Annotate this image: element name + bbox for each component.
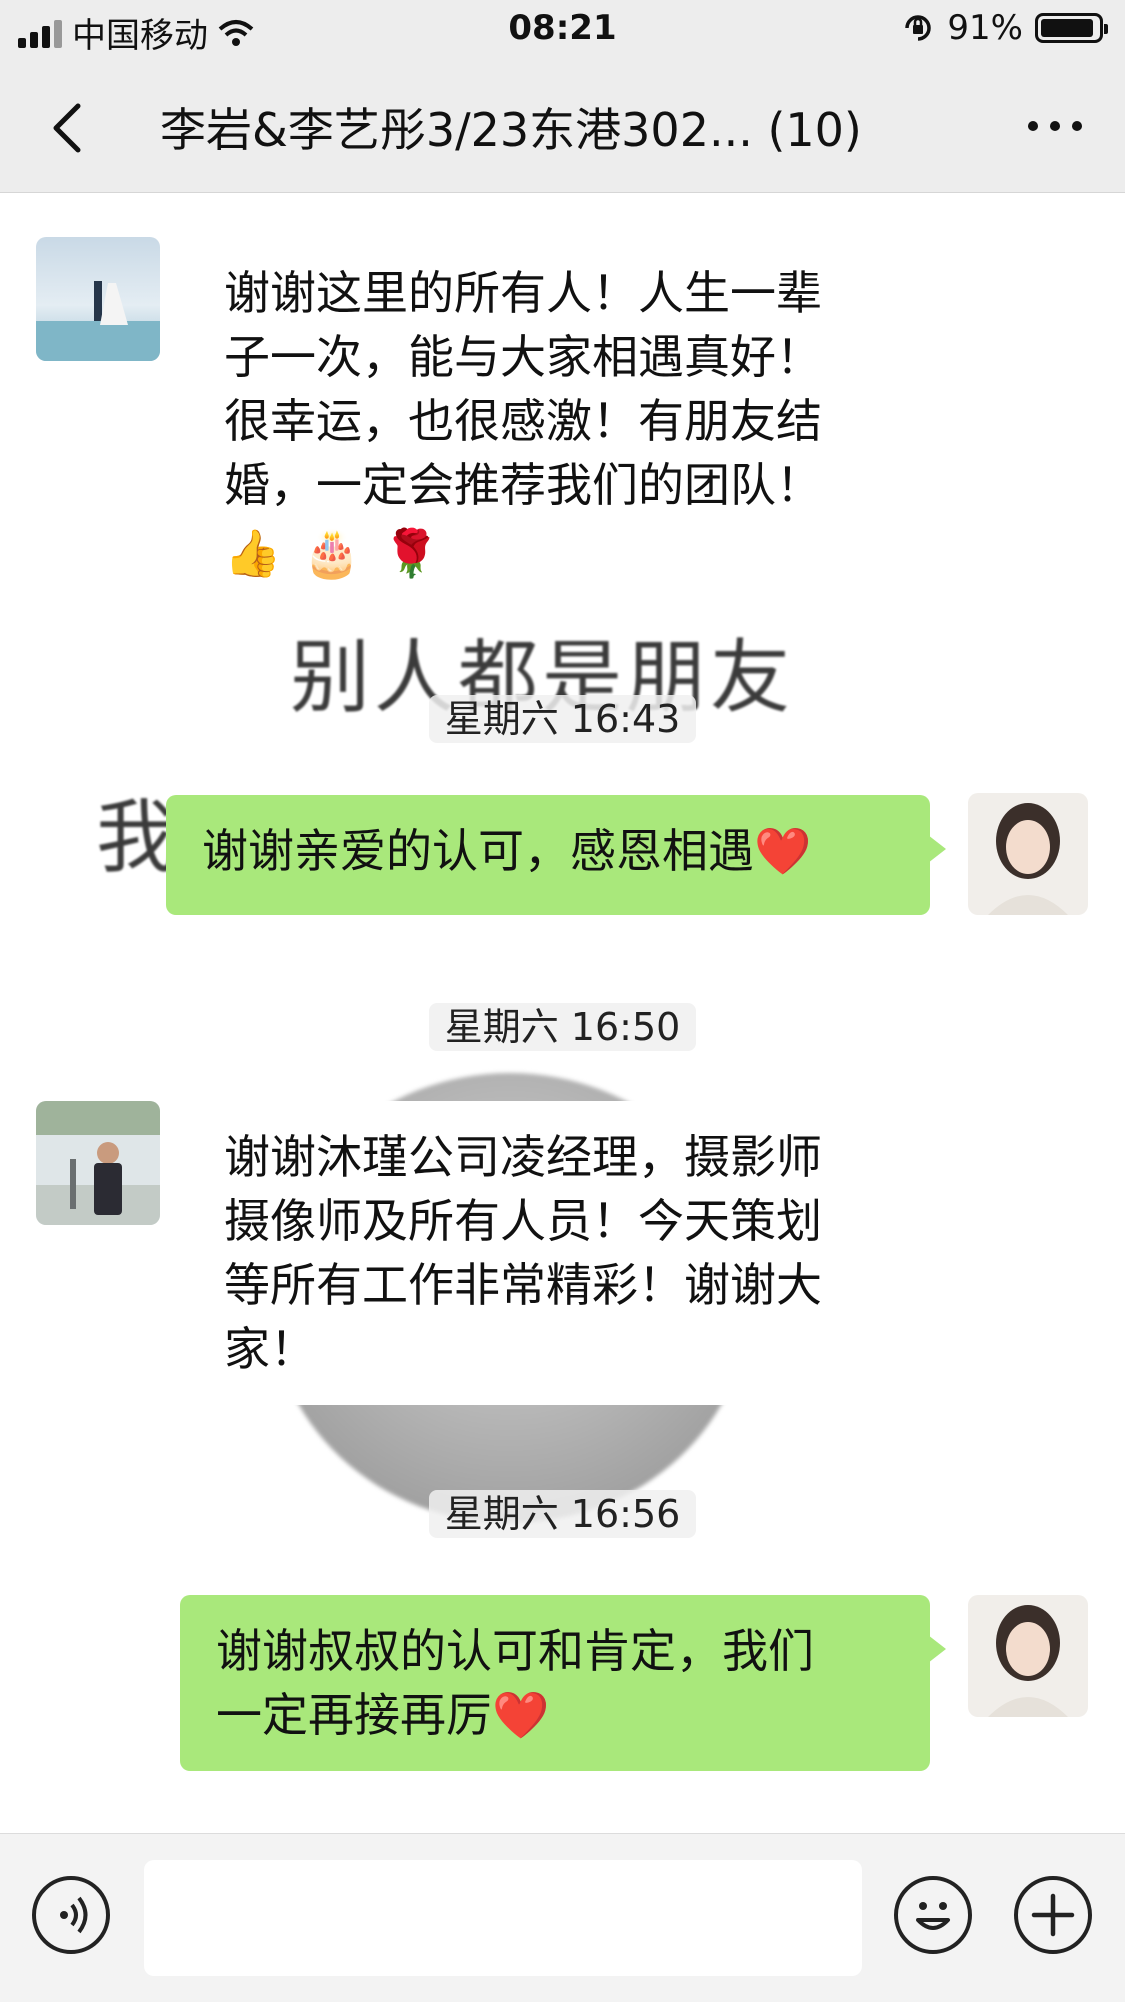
emoji-icon	[916, 1902, 950, 1930]
chevron-left-icon[interactable]	[40, 98, 100, 158]
battery-icon	[1035, 13, 1108, 43]
message-line: 摄像师及所有人员！今天策划	[224, 1194, 822, 1248]
timestamp-label: 星期六 16:56	[428, 1490, 697, 1538]
timestamp: 星期六 16:56	[0, 1483, 1125, 1538]
thumbs-up-icon: 👍	[224, 526, 282, 580]
avatar-self[interactable]	[968, 793, 1088, 915]
voice-button[interactable]	[32, 1876, 110, 1954]
input-bar	[0, 1833, 1125, 2002]
message-line: 一定再接再厉❤️	[216, 1688, 550, 1742]
battery-percent: 91%	[947, 8, 1023, 48]
avatar-couple[interactable]	[36, 237, 160, 361]
message-line: 很幸运，也很感激！有朋友结	[224, 394, 822, 448]
status-bar: 中国移动 08:21 91%	[0, 0, 1125, 64]
chat-title: 李岩&李艺彤3/23东港302... (10)	[160, 103, 862, 157]
message-line: 谢谢这里的所有人！人生一辈	[224, 266, 822, 320]
message-line: 婚，一定会推荐我们的团队！	[224, 458, 822, 512]
timestamp: 星期六 16:50	[0, 996, 1125, 1051]
cake-icon: 🎂	[303, 526, 361, 580]
message-bubble-outgoing[interactable]: 谢谢叔叔的认可和肯定，我们 一定再接再厉❤️	[180, 1595, 946, 1771]
status-right: 91%	[901, 8, 1108, 48]
message-line: 谢谢沐瑾公司凌经理，摄影师	[224, 1130, 822, 1184]
message-list[interactable]: 谢谢这里的所有人！人生一辈 子一次，能与大家相遇真好！ 很幸运，也很感激！有朋友…	[0, 193, 1125, 1833]
add-button[interactable]	[1014, 1876, 1092, 1954]
message-line: 等所有工作非常精彩！谢谢大	[224, 1258, 822, 1312]
emoji-row: 👍 🎂 🌹	[224, 521, 904, 585]
rose-icon: 🌹	[382, 526, 440, 580]
avatar-man[interactable]	[36, 1101, 160, 1225]
avatar-self[interactable]	[968, 1595, 1088, 1717]
add-icon	[1031, 1893, 1075, 1937]
more-icon[interactable]	[1025, 114, 1085, 138]
message-line: 子一次，能与大家相遇真好！	[224, 330, 822, 384]
message-line: 谢谢叔叔的认可和肯定，我们	[216, 1624, 814, 1678]
message-bubble-incoming[interactable]: 谢谢沐瑾公司凌经理，摄影师 摄像师及所有人员！今天策划 等所有工作非常精彩！谢谢…	[194, 1101, 934, 1405]
timestamp-label: 星期六 16:50	[428, 1003, 697, 1051]
chat-header: 李岩&李艺彤3/23东港302... (10)	[0, 64, 1125, 193]
message-line: 家！	[224, 1322, 316, 1376]
message-bubble-incoming[interactable]: 谢谢这里的所有人！人生一辈 子一次，能与大家相遇真好！ 很幸运，也很感激！有朋友…	[194, 237, 934, 609]
message-input[interactable]	[144, 1860, 862, 1976]
sticker-text-partial: 我	[96, 791, 176, 884]
timestamp: 星期六 16:43	[0, 688, 1125, 743]
voice-icon	[60, 1896, 88, 1934]
emoji-button[interactable]	[894, 1876, 972, 1954]
message-bubble-outgoing[interactable]: 谢谢亲爱的认可，感恩相遇❤️	[166, 795, 946, 915]
timestamp-label: 星期六 16:43	[428, 695, 697, 743]
rotation-lock-icon	[905, 15, 932, 41]
message-text: 谢谢亲爱的认可，感恩相遇❤️	[202, 824, 812, 878]
